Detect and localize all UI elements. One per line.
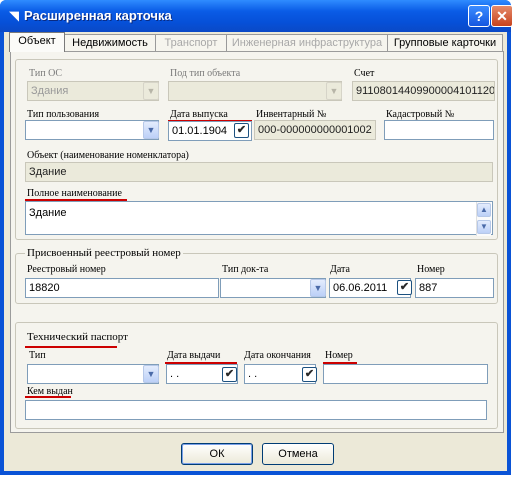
tab-label: Инженерная инфраструктура (231, 37, 383, 49)
close-button[interactable]: ✕ (491, 5, 513, 27)
annotation-underline (25, 396, 71, 398)
usage-type-label: Тип пользования (27, 109, 100, 120)
scroll-down-icon[interactable]: ▼ (477, 220, 491, 234)
chevron-down-icon[interactable]: ▼ (143, 121, 159, 139)
window-title: Расширенная карточка (24, 8, 172, 23)
registry-number-label: Реестровый номер (27, 264, 106, 275)
checkbox-check-icon[interactable]: ✔ (397, 280, 412, 295)
checkbox-check-icon[interactable]: ✔ (222, 367, 237, 382)
tab-label: Объект (18, 35, 56, 47)
chevron-down-icon[interactable]: ▼ (143, 365, 159, 383)
passport-group-title: Технический паспорт (25, 331, 130, 343)
nomenclature-field: Здание (25, 162, 493, 182)
registry-date-label: Дата (330, 264, 350, 275)
tab-transport: Транспорт (155, 34, 227, 52)
full-name-textarea[interactable]: Здание (25, 201, 493, 235)
subtype-select (168, 81, 342, 101)
cadastral-no-label: Кадастровый № (386, 109, 455, 120)
os-type-select: Здания (27, 81, 159, 101)
chevron-down-icon: ▼ (143, 82, 159, 100)
tab-label: Групповые карточки (393, 37, 497, 49)
full-name-label: Полное наименование (27, 188, 122, 199)
subtype-label: Под тип объекта (170, 68, 241, 79)
chevron-down-icon: ▼ (326, 82, 342, 100)
annotation-underline (25, 346, 117, 348)
cadastral-no-field[interactable] (384, 120, 494, 140)
issue-date-label: Дата выдачи (167, 350, 221, 361)
checkbox-check-icon[interactable]: ✔ (234, 123, 249, 138)
registry-number-field[interactable]: 18820 (25, 278, 219, 298)
doc-type-label: Тип док-та (222, 264, 269, 275)
end-date-label: Дата окончания (244, 350, 311, 361)
account-label: Счет (354, 68, 375, 79)
scroll-up-icon[interactable]: ▲ (477, 203, 491, 217)
doc-number-label: Номер (417, 264, 445, 275)
release-date-label: Дата выпуска (170, 109, 228, 120)
account-field: 91108014409900004101120 (352, 81, 495, 101)
registry-group-title: Присвоенный реестровый номер (25, 247, 183, 259)
passport-type-select[interactable] (27, 364, 159, 384)
passport-number-field[interactable] (323, 364, 488, 384)
tab-realty[interactable]: Недвижимость (64, 34, 156, 52)
passport-number-label: Номер (325, 350, 353, 361)
inventory-no-field: 000-000000000001002 (254, 120, 376, 140)
issued-by-field[interactable] (25, 400, 487, 420)
ok-button[interactable]: ОК (181, 443, 253, 465)
tab-infrastructure: Инженерная инфраструктура (226, 34, 388, 52)
tab-group-cards[interactable]: Групповые карточки (387, 34, 503, 52)
usage-type-select[interactable] (25, 120, 159, 140)
app-icon: ◥ (9, 8, 19, 23)
doc-number-field[interactable]: 887 (415, 278, 494, 298)
help-button[interactable]: ? (468, 5, 490, 27)
passport-type-label: Тип (29, 350, 46, 361)
os-type-label: Тип ОС (29, 68, 63, 79)
nomenclature-label: Объект (наименование номенклатора) (27, 150, 189, 161)
tab-label: Недвижимость (72, 37, 148, 49)
checkbox-check-icon[interactable]: ✔ (302, 367, 317, 382)
tab-object[interactable]: Объект (9, 32, 65, 52)
cancel-button[interactable]: Отмена (262, 443, 334, 465)
inventory-no-label: Инвентарный № (256, 109, 327, 120)
tab-label: Транспорт (164, 37, 218, 49)
chevron-down-icon[interactable]: ▼ (310, 279, 326, 297)
